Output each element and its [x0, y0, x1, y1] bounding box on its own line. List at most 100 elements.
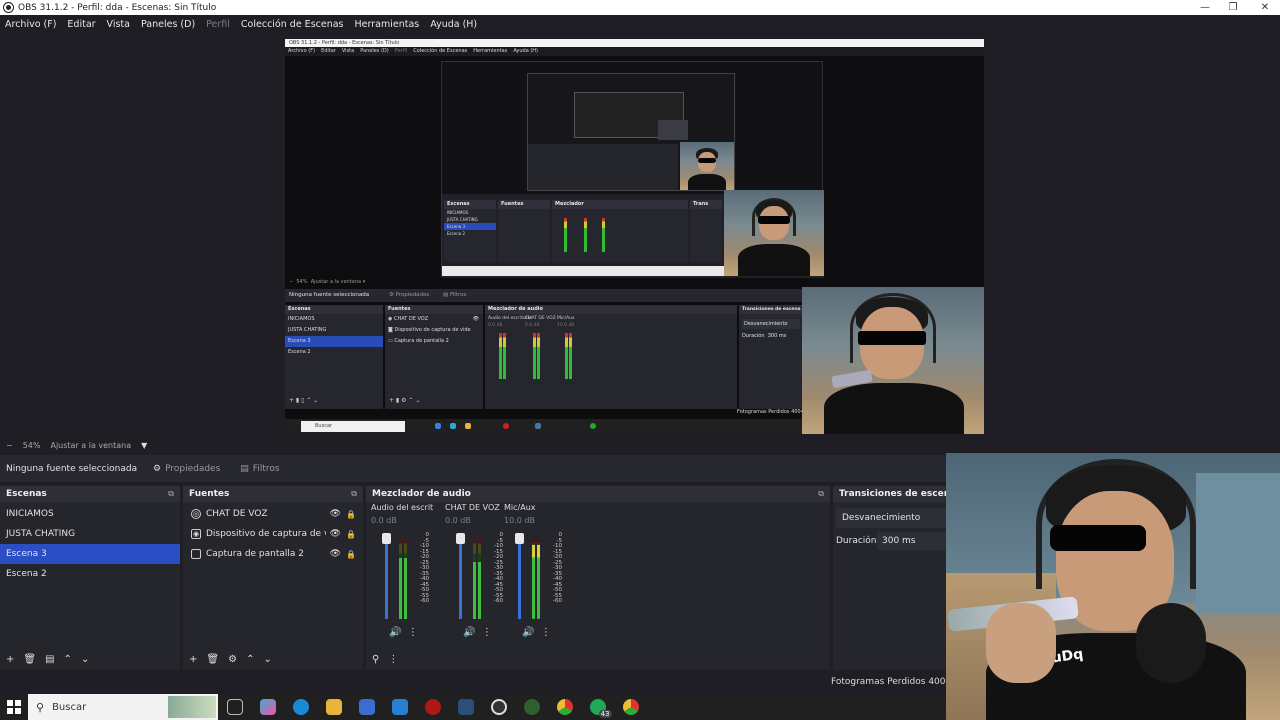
menu-view[interactable]: Vista [107, 19, 130, 30]
menu-tools[interactable]: Herramientas [355, 19, 420, 30]
source-item[interactable]: ◉ Dispositivo de captura de video 👁 🔒 [183, 524, 363, 544]
menu-file[interactable]: Archivo (F) [5, 19, 56, 30]
lock-icon[interactable]: 🔒 [346, 510, 356, 519]
advanced-audio-icon[interactable]: ⚲ [372, 654, 379, 665]
properties-button[interactable]: ⚙ Propiedades [146, 460, 227, 478]
speaker-icon[interactable]: 🔊 [389, 627, 401, 638]
file-explorer-icon[interactable] [325, 699, 342, 715]
db-scale: 0 -5 -10 -15 -20 -25 -30 -35 -40 -45 -50 -55 -60 [420, 532, 429, 604]
level-meter [399, 537, 402, 619]
scene-item[interactable]: INICIAMOS [0, 504, 180, 524]
eye-icon[interactable]: 👁 [330, 529, 341, 539]
move-down-icon[interactable]: ⌄ [263, 654, 271, 665]
more-options-icon[interactable]: ⋮ [388, 654, 398, 665]
xbox-icon[interactable] [523, 699, 540, 715]
gear-icon: ⚙ [153, 463, 162, 474]
trash-icon[interactable]: 🗑 [23, 654, 36, 665]
scenes-dock: Escenas ⧉ INICIAMOS JUSTA CHATING Escena … [0, 486, 180, 670]
status-bar: Fotogramas Perdidos 4004 (3 [0, 670, 963, 694]
scene-item[interactable]: JUSTA CHATING [0, 524, 180, 544]
more-options-icon[interactable]: ⋮ [541, 627, 551, 638]
edge-icon[interactable] [292, 699, 309, 715]
level-meter [478, 537, 481, 619]
nested-inner-preview: Escenas INICIAMOS JUSTA CHATING Escena 3… [441, 61, 824, 278]
obs-icon[interactable] [490, 699, 507, 715]
volume-fader[interactable] [518, 537, 521, 619]
menu-profile[interactable]: Perfil [206, 19, 230, 30]
zoom-bar: − 54% Ajustar a la ventana ▼ [0, 438, 1280, 453]
task-view-icon[interactable] [226, 699, 243, 715]
add-source-icon[interactable]: + [189, 654, 197, 665]
eye-icon[interactable]: 👁 [330, 509, 341, 519]
fader-knob[interactable] [456, 533, 465, 544]
windows-start-icon[interactable] [0, 694, 28, 720]
speaker-icon[interactable]: 🔊 [463, 627, 475, 638]
preview-canvas[interactable]: OBS 31.1.2 - Perfil: dda - Escenas: Sin … [285, 39, 984, 434]
eye-icon[interactable]: 👁 [330, 549, 341, 559]
webcam-overlay: 3uDq [946, 453, 1280, 720]
source-item[interactable]: Captura de pantalla 2 👁 🔒 [183, 544, 363, 564]
nested-taskbar: Buscar [285, 419, 802, 434]
zoom-dropdown-icon[interactable]: ▼ [141, 441, 147, 450]
db-scale: 0 -5 -10 -15 -20 -25 -30 -35 -40 -45 -50 -55 -60 [494, 532, 503, 604]
menu-docks[interactable]: Paneles (D) [141, 19, 195, 30]
chrome-icon[interactable] [622, 699, 639, 715]
taskbar-search[interactable]: ⚲ Buscar [28, 694, 218, 720]
volume-fader[interactable] [459, 537, 462, 619]
more-options-icon[interactable]: ⋮ [482, 627, 492, 638]
more-options-icon[interactable]: ⋮ [408, 627, 418, 638]
move-down-icon[interactable]: ⌄ [81, 654, 89, 665]
mixer-channel: Audio del escritorio 0.0 dB 0-5-10-15-20-2… [371, 503, 433, 653]
transition-select[interactable]: Desvanecimiento [836, 508, 946, 528]
lock-icon[interactable]: 🔒 [346, 530, 356, 539]
fader-knob[interactable] [515, 533, 524, 544]
nested-inner-preview-2 [527, 73, 735, 191]
chrome-icon[interactable] [556, 699, 573, 715]
steam-icon[interactable] [457, 699, 474, 715]
context-bar: Ninguna fuente seleccionada ⚙ Propiedade… [0, 455, 946, 482]
menu-help[interactable]: Ayuda (H) [430, 19, 477, 30]
move-up-icon[interactable]: ⌃ [64, 654, 72, 665]
add-scene-icon[interactable]: + [6, 654, 14, 665]
filter-icon: ▤ [240, 463, 249, 474]
restore-button[interactable]: ❐ [1218, 0, 1248, 15]
volume-fader[interactable] [385, 537, 388, 619]
zoom-out-button[interactable]: − [6, 441, 13, 450]
channel-db: 10.0 dB [504, 516, 535, 525]
copilot-icon[interactable] [259, 699, 276, 715]
duration-input[interactable]: 300 ms [877, 532, 946, 550]
monitor-icon [191, 549, 201, 559]
dock-undock-icon[interactable]: ⧉ [818, 489, 824, 499]
fit-window-label[interactable]: Ajustar a la ventana [50, 441, 131, 450]
no-source-label: Ninguna fuente seleccionada [6, 463, 138, 474]
filter-icon[interactable]: ▤ [45, 654, 54, 665]
duration-label: Duración [836, 536, 877, 546]
store-icon[interactable] [358, 699, 375, 715]
scene-item-selected[interactable]: Escena 3 [0, 544, 180, 564]
trash-icon[interactable]: 🗑 [206, 654, 219, 665]
scene-item[interactable]: Escena 2 [0, 564, 180, 584]
filters-button[interactable]: ▤ Filtros [233, 460, 286, 478]
menu-edit[interactable]: Editar [67, 19, 95, 30]
notification-badge: 43 [598, 710, 612, 718]
dock-undock-icon[interactable]: ⧉ [168, 489, 174, 499]
app-red-icon[interactable] [424, 699, 441, 715]
camera-icon: ◉ [191, 529, 201, 539]
window-title: OBS 31.1.2 - Perfil: dda - Escenas: Sin … [18, 2, 217, 13]
speaker-icon[interactable]: 🔊 [522, 627, 534, 638]
sources-dock: Fuentes ⧉ ◎ CHAT DE VOZ 👁 🔒 ◉ Dispositivo… [183, 486, 363, 670]
lock-icon[interactable]: 🔒 [346, 550, 356, 559]
move-up-icon[interactable]: ⌃ [246, 654, 254, 665]
mail-icon[interactable] [391, 699, 408, 715]
dock-undock-icon[interactable]: ⧉ [351, 489, 357, 499]
channel-db: 0.0 dB [445, 516, 471, 525]
whatsapp-icon[interactable]: 43 [589, 699, 612, 718]
fader-knob[interactable] [382, 533, 391, 544]
minimize-button[interactable]: — [1190, 0, 1220, 15]
db-scale: 0 -5 -10 -15 -20 -25 -30 -35 -40 -45 -50 -55 -60 [553, 532, 562, 604]
close-button[interactable]: ✕ [1250, 0, 1280, 15]
gear-icon[interactable]: ⚙ [228, 654, 237, 665]
obs-logo-icon [4, 3, 13, 12]
source-item[interactable]: ◎ CHAT DE VOZ 👁 🔒 [183, 504, 363, 524]
menu-scene-collection[interactable]: Colección de Escenas [241, 19, 344, 30]
